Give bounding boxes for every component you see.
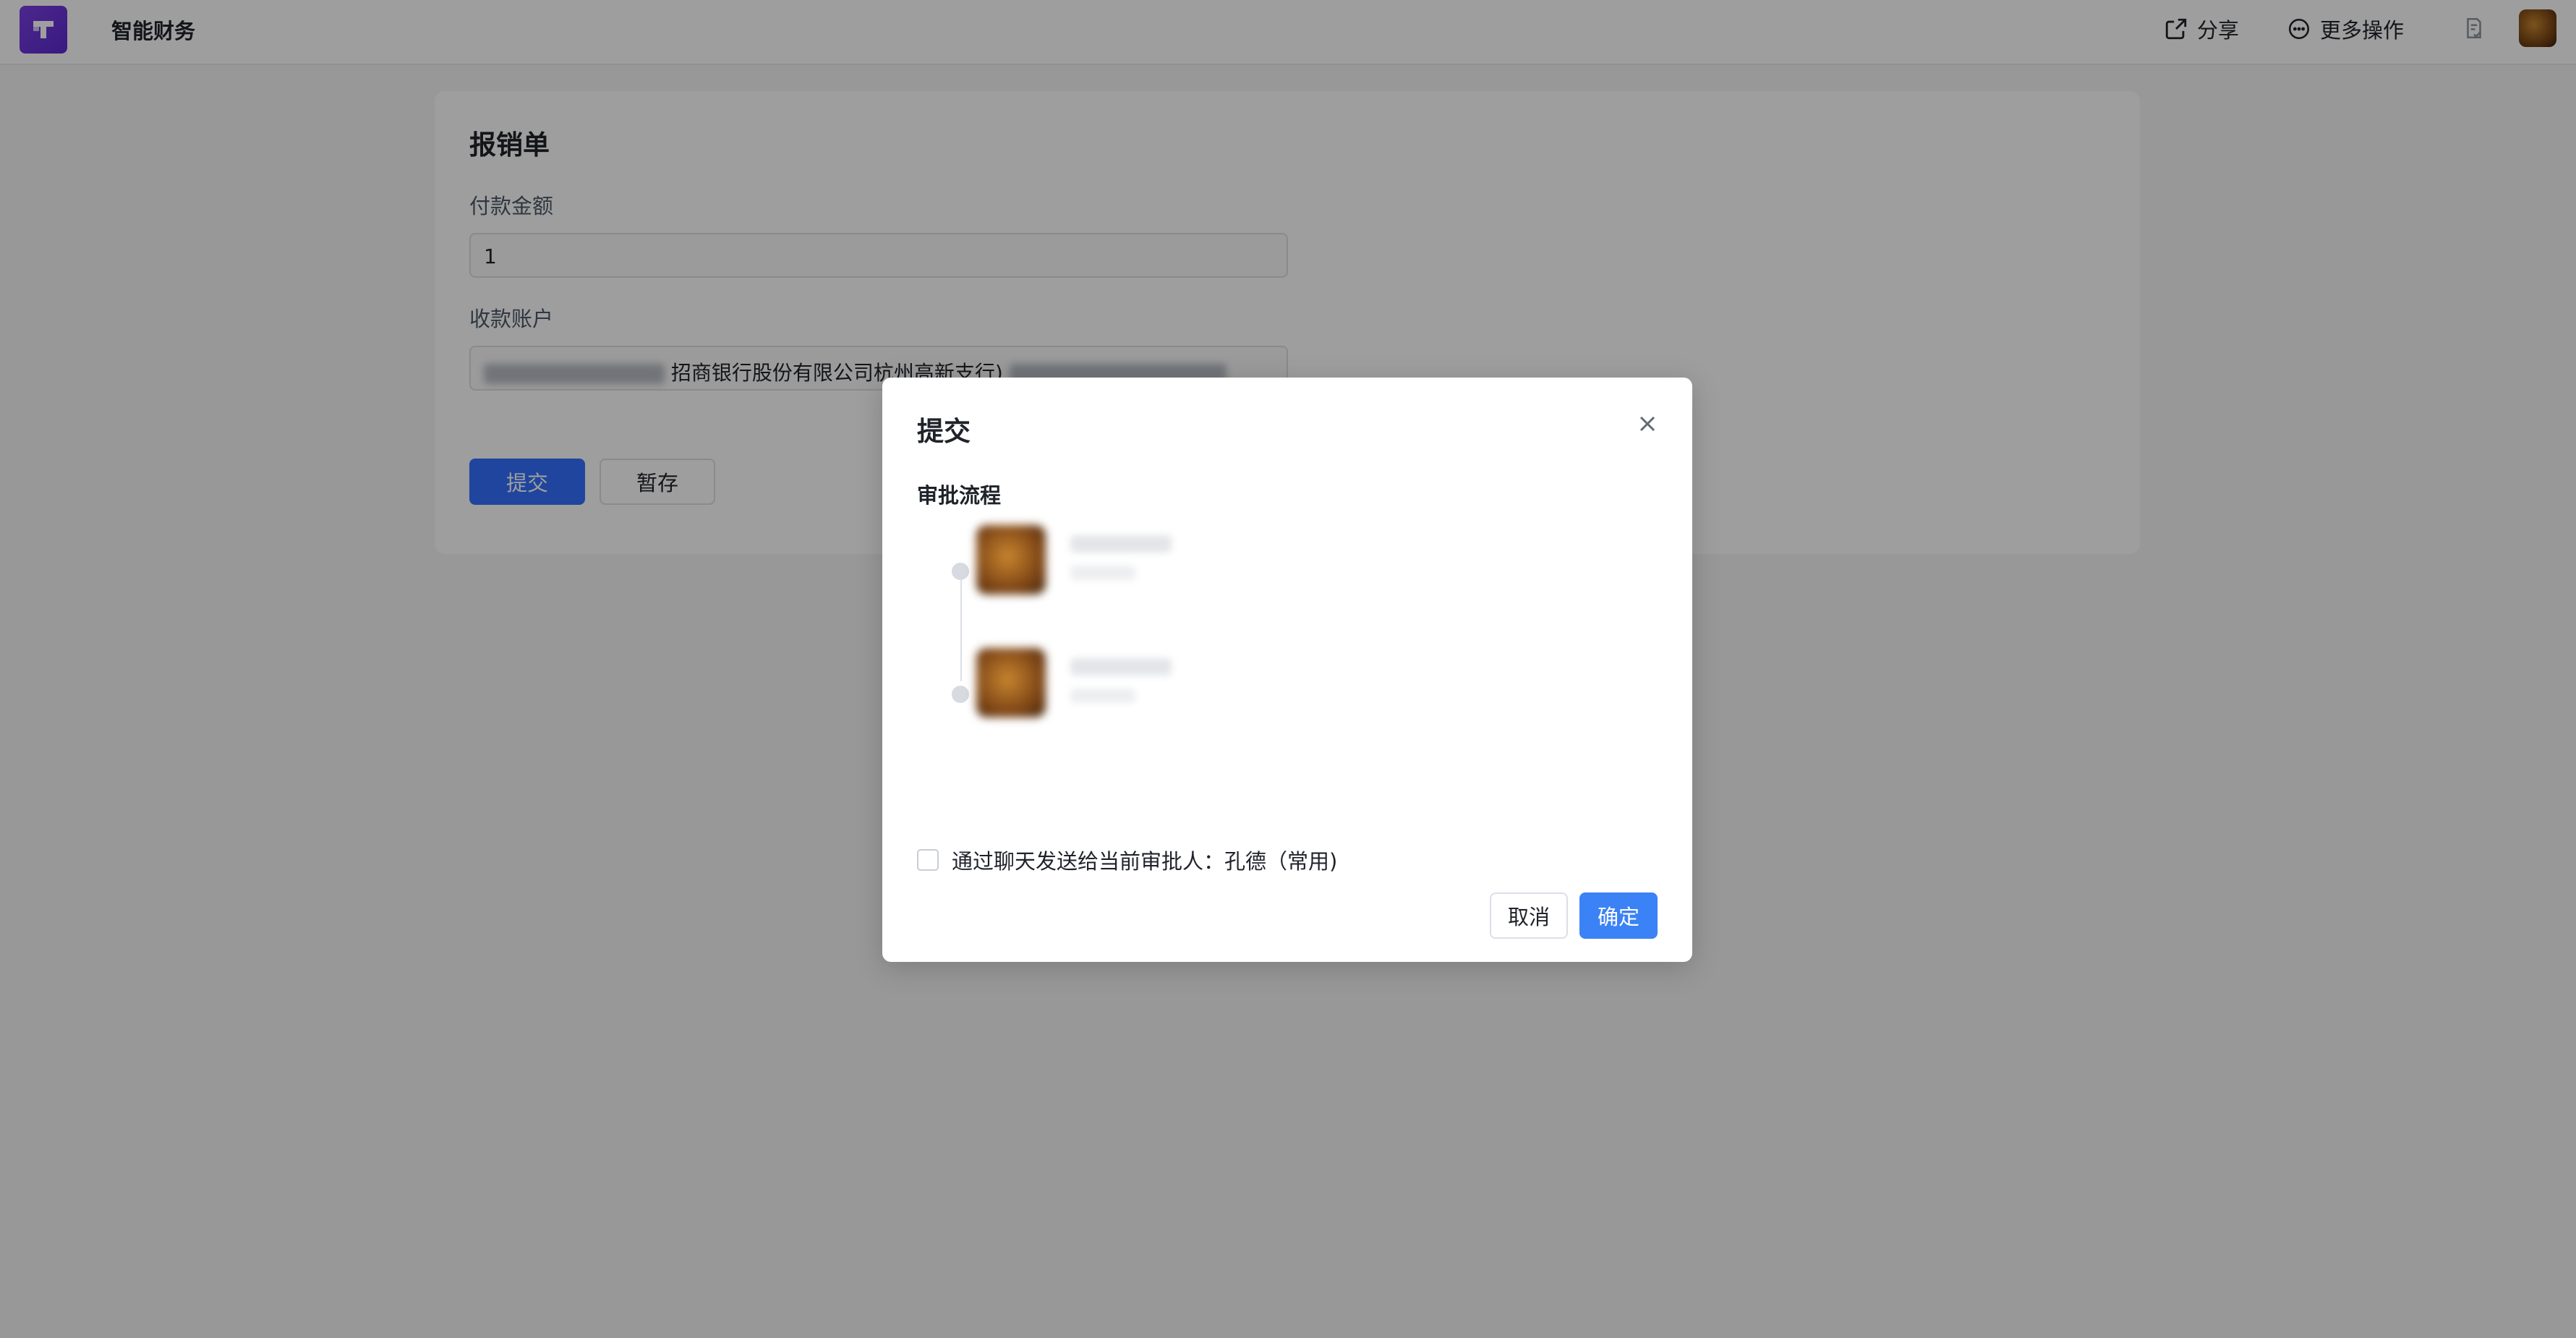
approver-name-redacted [1070, 535, 1172, 553]
app-root: 智能财务 分享 更多操作 报销单 付款金额 1 收款账户 招商银行股份有限公司杭… [0, 0, 2576, 1338]
notify-checkbox[interactable] [917, 849, 939, 871]
approver-role-redacted [1070, 689, 1135, 703]
notify-approver-option[interactable]: 通过聊天发送给当前审批人：孔德（常用) [917, 845, 1337, 875]
cancel-button[interactable]: 取消 [1490, 892, 1568, 939]
approver-avatar [976, 648, 1046, 717]
approver-avatar [976, 525, 1046, 595]
submit-dialog: 提交 审批流程 通过聊天发送给当前审批人：孔德（常用) 取消 确定 [882, 378, 1692, 962]
approver-name-redacted [1070, 658, 1172, 676]
close-icon[interactable] [1634, 411, 1660, 437]
approver-item [976, 648, 1208, 717]
approver-role-redacted [1070, 566, 1135, 580]
approval-flow-label: 审批流程 [917, 483, 1002, 508]
timeline-node [952, 686, 969, 703]
timeline-node [952, 563, 969, 580]
confirm-button[interactable]: 确定 [1579, 892, 1658, 939]
timeline-connector [960, 566, 962, 681]
approver-item [976, 525, 1208, 595]
dialog-title: 提交 [917, 416, 971, 447]
notify-label: 通过聊天发送给当前审批人：孔德（常用) [952, 849, 1338, 874]
